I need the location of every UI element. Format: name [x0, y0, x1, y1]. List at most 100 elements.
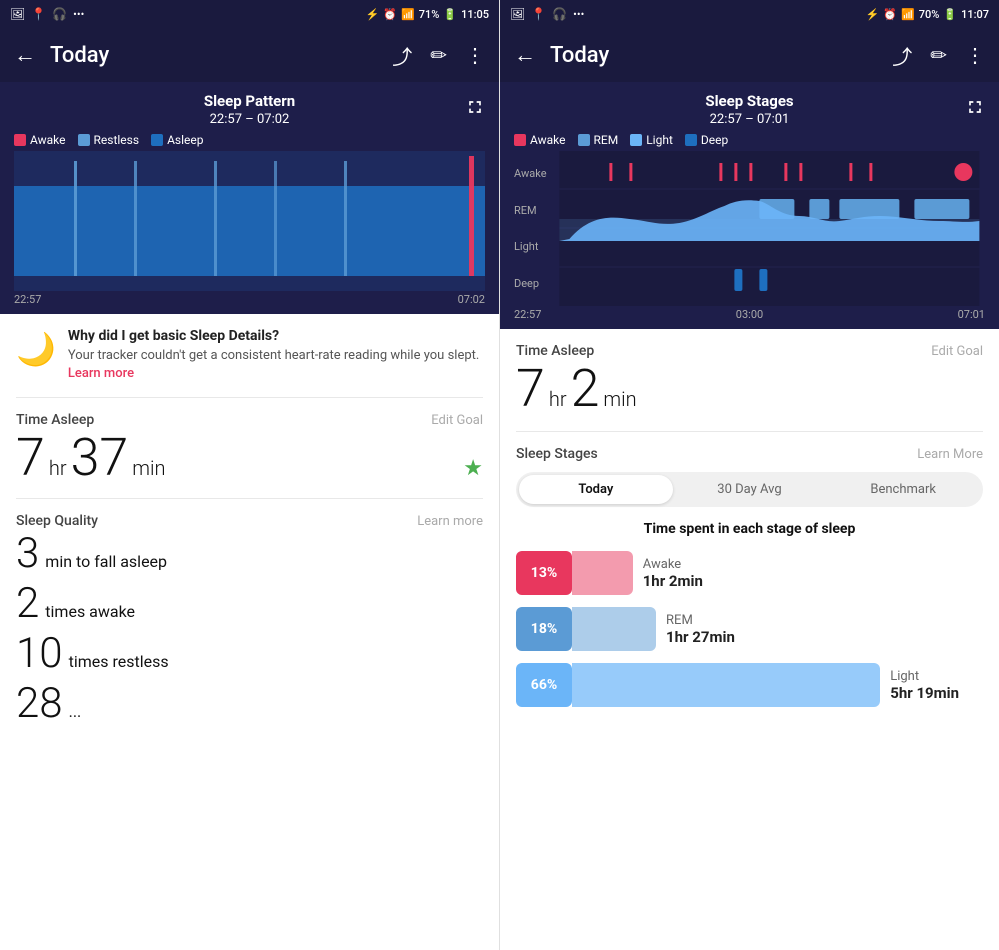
quality-item-2: 10 times restless: [16, 633, 483, 675]
battery-icon-left: 🔋: [443, 8, 457, 21]
back-button-right[interactable]: ←: [514, 42, 536, 68]
edit-button-left[interactable]: ✏: [430, 43, 447, 67]
sleep-quality-label: Sleep Quality: [16, 513, 98, 529]
time-asleep-header-left: Time Asleep Edit Goal: [16, 412, 483, 428]
sleep-stages-section: Sleep Stages Learn More Today 30 Day Avg…: [516, 431, 983, 707]
legend-asleep: Asleep: [151, 133, 203, 147]
minutes-big-right: 2: [571, 363, 600, 415]
light-dot-right: [630, 134, 642, 146]
tab-benchmark[interactable]: Benchmark: [826, 475, 980, 504]
wifi-icon: 📶: [401, 8, 415, 21]
bluetooth-icon: ⚡: [366, 8, 380, 21]
edit-goal-left[interactable]: Edit Goal: [431, 413, 483, 428]
chart-title-left: Sleep Pattern: [204, 92, 295, 110]
sleep-pattern-chart: Sleep Pattern 22:57 – 07:02 Awake Restle…: [0, 82, 499, 314]
right-panel: 🖼 📍 🎧 ••• ⚡ ⏰ 📶 70% 🔋 11:07 ← Today ⤴ ✏ …: [499, 0, 999, 950]
header-left-section: ← Today: [14, 42, 109, 68]
location-icon: 📍: [31, 7, 46, 21]
header-right: ← Today ⤴ ✏ ⋮: [500, 28, 999, 82]
quality-big-0: 3: [16, 533, 39, 575]
battery-left: 71%: [419, 8, 440, 21]
quality-text-0: min to fall asleep: [45, 552, 167, 571]
sleep-pattern-svg: [14, 151, 485, 291]
content-area-left: 🌙 Why did I get basic Sleep Details? You…: [0, 314, 499, 950]
edit-button-right[interactable]: ✏: [930, 43, 947, 67]
battery-right: 70%: [919, 8, 940, 21]
asleep-dot: [151, 134, 163, 146]
more-button-right[interactable]: ⋮: [965, 43, 985, 67]
more-button-left[interactable]: ⋮: [465, 43, 485, 67]
quality-big-2: 10: [16, 633, 63, 675]
content-area-right: Time Asleep Edit Goal 7 hr 2 min Sleep S…: [500, 329, 999, 950]
expand-chart-left[interactable]: [465, 97, 485, 122]
awake-dot-right: [514, 134, 526, 146]
share-button-left[interactable]: ⤴: [392, 41, 412, 70]
hours-big-right: 7: [516, 363, 545, 415]
awake-label: Awake: [30, 133, 66, 147]
page-title-left: Today: [50, 43, 109, 68]
status-bar-left: 🖼 📍 🎧 ••• ⚡ ⏰ 📶 71% 🔋 11:05: [0, 0, 499, 28]
time-asleep-section-right: Time Asleep Edit Goal 7 hr 2 min: [516, 343, 983, 415]
awake-bar-fill: [572, 551, 633, 595]
page-title-right: Today: [550, 43, 609, 68]
location-icon-right: 📍: [531, 7, 546, 21]
deep-label-right: Deep: [701, 133, 728, 147]
rem-stage-name: REM: [666, 613, 735, 628]
time-asleep-label-right: Time Asleep: [516, 343, 594, 359]
hr-unit-left: hr: [49, 456, 67, 480]
chart-time-right: 22:57 – 07:01: [705, 112, 793, 127]
share-button-right[interactable]: ⤴: [892, 41, 912, 70]
stage-entry-awake: 13% Awake 1hr 2min: [516, 551, 983, 595]
learn-more-stages[interactable]: Learn More: [917, 447, 983, 462]
chart-start-time-left: 22:57: [14, 293, 41, 306]
stage-label-light: Light: [514, 240, 554, 253]
quality-item-1: 2 times awake: [16, 583, 483, 625]
moon-icon: 🌙: [16, 330, 56, 368]
legend-awake-right: Awake: [514, 133, 566, 147]
stages-subtitle: Time spent in each stage of sleep: [516, 521, 983, 537]
hours-big-left: 7: [16, 432, 45, 484]
wifi-icon-right: 📶: [901, 8, 915, 21]
status-bar-right-left-icons: 🖼 📍 🎧 •••: [510, 7, 584, 21]
chart-time-labels-right: 22:57 03:00 07:01: [514, 306, 985, 321]
stage-entry-rem: 18% REM 1hr 27min: [516, 607, 983, 651]
bluetooth-icon-right: ⚡: [866, 8, 880, 21]
min-unit-right: min: [603, 387, 636, 411]
stage-entry-light: 66% Light 5hr 19min: [516, 663, 983, 707]
learn-more-quality[interactable]: Learn more: [417, 514, 483, 529]
chart-legend-left: Awake Restless Asleep: [14, 133, 485, 147]
deep-dot-right: [685, 134, 697, 146]
sleep-pattern-svg-container: [14, 151, 485, 291]
learn-more-link[interactable]: Learn more: [68, 366, 134, 381]
chart-title-row-right: Sleep Stages 22:57 – 07:01: [514, 92, 985, 127]
restless-label: Restless: [94, 133, 140, 147]
info-body: Your tracker couldn't get a consistent h…: [68, 347, 483, 383]
legend-awake: Awake: [14, 133, 66, 147]
chart-end-time-right: 07:01: [958, 308, 985, 321]
more-icon-right: •••: [573, 8, 584, 21]
rem-bar-fill: [572, 607, 656, 651]
chart-title-row: Sleep Pattern 22:57 – 07:02: [14, 92, 485, 127]
awake-stage-info: Awake 1hr 2min: [643, 557, 703, 590]
header-left: ← Today ⤴ ✏ ⋮: [0, 28, 499, 82]
info-text: Why did I get basic Sleep Details? Your …: [68, 328, 483, 383]
header-right-section: ← Today: [514, 42, 609, 68]
gallery-icon-right: 🖼: [510, 7, 525, 21]
awake-stage-name: Awake: [643, 557, 703, 572]
quality-big-3: 28: [16, 683, 63, 725]
stage-label-awake: Awake: [514, 167, 554, 180]
chart-time-labels-left: 22:57 07:02: [14, 291, 485, 306]
chart-time-left: 22:57 – 07:02: [204, 112, 295, 127]
battery-icon-right: 🔋: [943, 8, 957, 21]
sleep-stages-svg: [554, 151, 985, 306]
tab-30day[interactable]: 30 Day Avg: [673, 475, 827, 504]
edit-goal-right[interactable]: Edit Goal: [931, 344, 983, 359]
quality-text-2: times restless: [69, 652, 169, 671]
quality-text-1: times awake: [45, 602, 135, 621]
tab-today[interactable]: Today: [519, 475, 673, 504]
rem-stage-info: REM 1hr 27min: [666, 613, 735, 646]
expand-chart-right[interactable]: [965, 97, 985, 122]
back-button-left[interactable]: ←: [14, 42, 36, 68]
light-label-right: Light: [646, 133, 673, 147]
time-asleep-section-left: Time Asleep Edit Goal 7 hr 37 min ★: [16, 412, 483, 484]
